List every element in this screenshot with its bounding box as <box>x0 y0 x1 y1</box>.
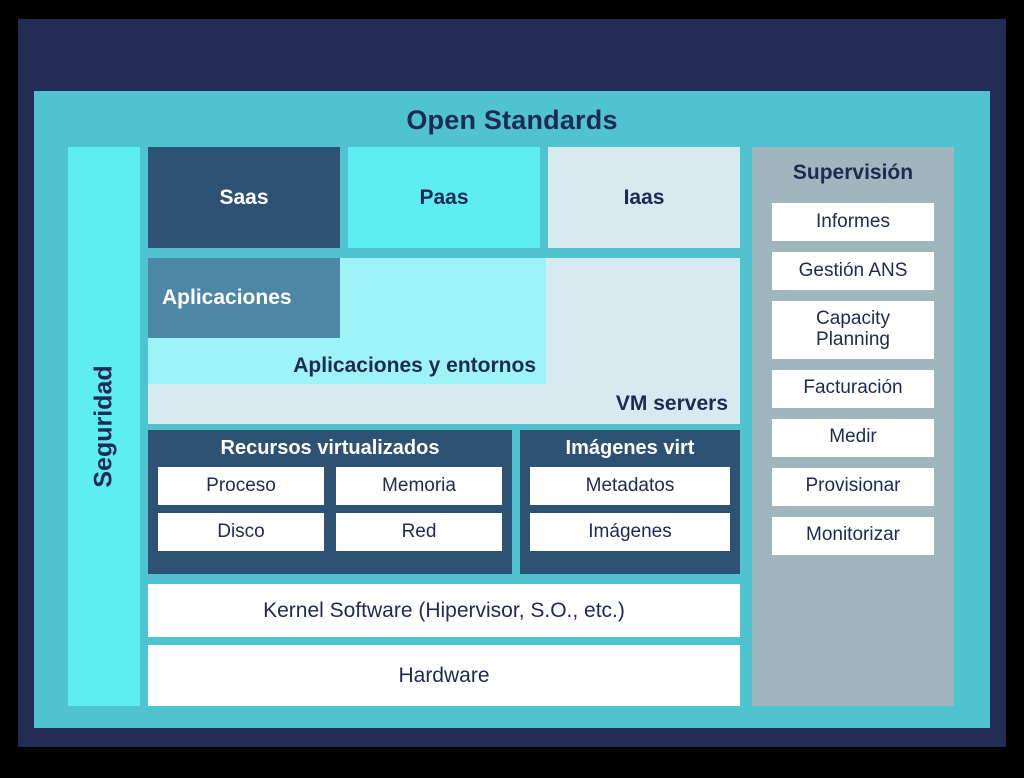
image-chip: Imágenes <box>530 513 730 551</box>
diagram-title: Open Standards <box>406 105 618 135</box>
virtualized-resources-group: Recursos virtualizados Proceso Memoria D… <box>148 430 512 574</box>
security-column: Seguridad <box>68 147 140 706</box>
applications-layer: Aplicaciones <box>148 258 340 338</box>
diagram-canvas: Open Standards Seguridad Saas Paas Iaas … <box>0 0 1024 778</box>
virtual-images-group: Imágenes virt Metadatos Imágenes <box>520 430 740 574</box>
resource-chip: Proceso <box>158 467 324 505</box>
hardware-layer: Hardware <box>148 645 740 706</box>
supervision-item-provisionar: Provisionar <box>772 467 934 506</box>
virtualized-resources-title: Recursos virtualizados <box>220 437 440 459</box>
resource-chip: Disco <box>158 513 324 551</box>
virtual-images-title: Imágenes virt <box>565 437 695 459</box>
supervision-item-capacity-planning: Capacity Planning <box>772 301 934 359</box>
supervision-item-facturacion: Facturación <box>772 369 934 408</box>
service-model-paas: Paas <box>348 147 540 248</box>
virtualization-row: Recursos virtualizados Proceso Memoria D… <box>148 430 740 574</box>
supervision-item-monitorizar: Monitorizar <box>772 516 934 555</box>
platform-stack: Saas Paas Iaas VM servers Aplicaciones y… <box>148 147 740 706</box>
service-model-iaas: Iaas <box>548 147 740 248</box>
virtualized-resources-items: Proceso Memoria Disco Red <box>158 467 502 551</box>
application-layer-stack: VM servers Aplicaciones y entornos Aplic… <box>148 258 740 424</box>
kernel-software-layer: Kernel Software (Hipervisor, S.O., etc.) <box>148 584 740 637</box>
supervision-item-gestion-ans: Gestión ANS <box>772 252 934 290</box>
supervision-item-medir: Medir <box>772 418 934 457</box>
resource-chip: Memoria <box>336 467 502 505</box>
security-column-label: Seguridad <box>89 365 118 488</box>
service-model-row: Saas Paas Iaas <box>148 147 740 248</box>
service-model-saas: Saas <box>148 147 340 248</box>
supervision-column: Supervisión Informes Gestión ANS Capacit… <box>752 147 954 706</box>
virtual-images-items: Metadatos Imágenes <box>530 467 730 551</box>
image-chip: Metadatos <box>530 467 730 505</box>
supervision-item-informes: Informes <box>772 203 934 241</box>
resource-chip: Red <box>336 513 502 551</box>
applications-environments-label: Aplicaciones y entornos <box>293 354 536 377</box>
vm-servers-label: VM servers <box>615 392 728 415</box>
supervision-title: Supervisión <box>792 161 914 184</box>
